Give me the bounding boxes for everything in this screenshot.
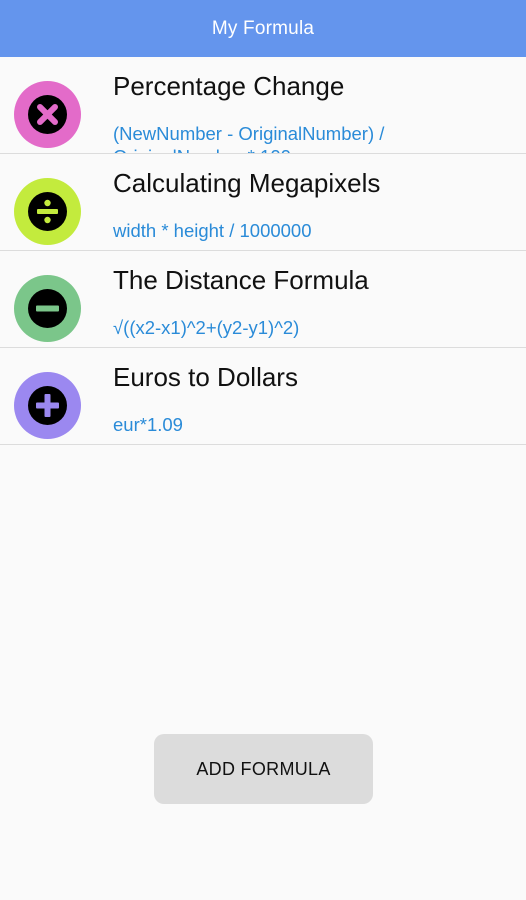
multiply-icon — [14, 81, 81, 148]
app-bar: My Formula — [0, 0, 526, 57]
formula-expression: eur*1.09 — [113, 414, 183, 435]
formula-title: The Distance Formula — [113, 265, 369, 295]
formula-row-megapixels[interactable]: Calculating Megapixels width * height / … — [0, 154, 526, 251]
formula-expression: width * height / 1000000 — [113, 220, 312, 241]
minus-icon — [14, 275, 81, 342]
divide-icon — [14, 178, 81, 245]
formula-list: Percentage Change (NewNumber - OriginalN… — [0, 57, 526, 445]
formula-expression: √((x2-x1)^2+(y2-y1)^2) — [113, 317, 300, 338]
formula-expression: (NewNumber - OriginalNumber) / OriginalN… — [113, 123, 385, 153]
plus-icon — [14, 372, 81, 439]
formula-title: Calculating Megapixels — [113, 168, 381, 198]
app-title: My Formula — [211, 17, 315, 39]
formula-row-euros-to-dollars[interactable]: Euros to Dollars eur*1.09 — [0, 348, 526, 445]
formula-row-percentage-change[interactable]: Percentage Change (NewNumber - OriginalN… — [0, 57, 526, 154]
formula-title: Euros to Dollars — [113, 362, 298, 392]
formula-title: Percentage Change — [113, 71, 345, 101]
add-formula-button[interactable]: ADD FORMULA — [154, 734, 373, 804]
formula-row-distance[interactable]: The Distance Formula √((x2-x1)^2+(y2-y1)… — [0, 251, 526, 348]
